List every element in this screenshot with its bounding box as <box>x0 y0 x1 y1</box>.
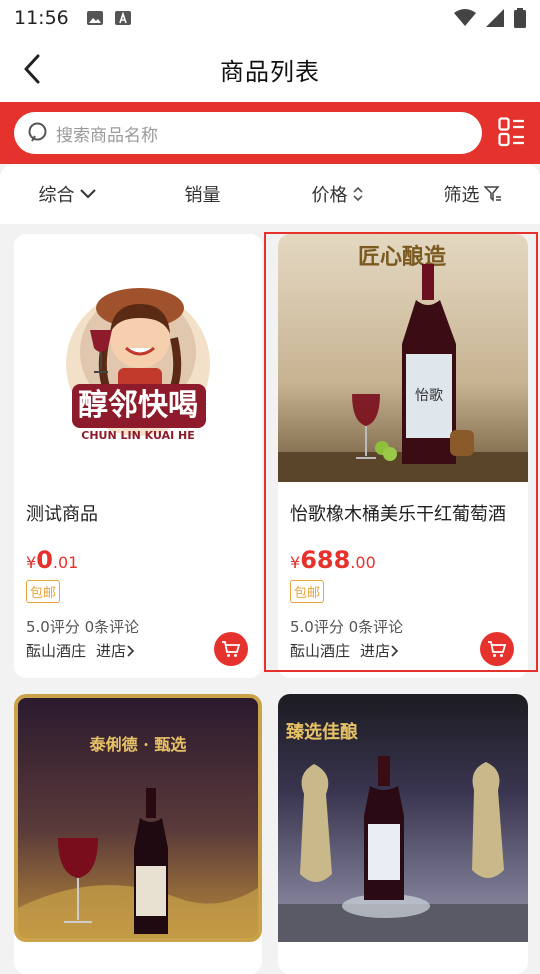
product-image[interactable]: 匠心酿造 怡歌 <box>278 234 528 482</box>
add-to-cart-button[interactable] <box>480 632 514 666</box>
layout-toggle-icon[interactable] <box>498 117 526 147</box>
banner-text: 泰俐德 · 甄选 <box>89 735 187 754</box>
rating-text: 5.0评分 0条评论 <box>290 618 404 636</box>
logo-text-cn: 醇邻快喝 <box>78 388 198 423</box>
product-card[interactable]: 醇邻快喝 CHUN LIN KUAI HE 测试商品 ¥0.01 包邮 5.0评… <box>14 234 262 678</box>
filter-bar: 综合 销量 价格 筛选 <box>0 164 540 224</box>
filter-tab-comprehensive[interactable]: 综合 <box>0 181 135 207</box>
product-price: ¥0.01 <box>26 546 78 574</box>
product-image[interactable]: 臻选佳酿 <box>278 694 528 942</box>
filter-tab-label: 销量 <box>184 185 221 206</box>
product-image[interactable]: 泰俐德 · 甄选 <box>14 694 262 942</box>
cart-icon <box>488 641 507 657</box>
product-image[interactable]: 醇邻快喝 CHUN LIN KUAI HE <box>14 234 262 482</box>
search-placeholder: 搜索商品名称 <box>56 125 158 146</box>
enter-shop-label: 进店 <box>360 642 391 660</box>
wifi-icon <box>454 9 476 26</box>
price-integer: 688 <box>300 546 351 574</box>
product-card[interactable]: 臻选佳酿 <box>278 694 528 974</box>
add-to-cart-button[interactable] <box>214 632 248 666</box>
back-icon[interactable] <box>18 52 48 86</box>
filter-tab-label: 筛选 <box>443 185 480 206</box>
product-card[interactable]: 泰俐德 · 甄选 <box>14 694 262 974</box>
chevron-right-icon <box>127 644 135 657</box>
filter-tab-sales[interactable]: 销量 <box>135 181 270 207</box>
sort-icon <box>352 186 363 202</box>
battery-icon <box>514 8 526 28</box>
filter-tab-filter[interactable]: 筛选 <box>405 181 540 207</box>
free-shipping-tag: 包邮 <box>290 580 325 603</box>
filter-tab-price[interactable]: 价格 <box>270 181 405 207</box>
cart-icon <box>222 641 241 657</box>
status-time: 11:56 <box>14 7 69 29</box>
search-input[interactable]: 搜索商品名称 <box>14 112 482 154</box>
product-card[interactable]: 匠心酿造 怡歌 怡歌橡木桶美乐干红葡萄酒 ¥688.00 包邮 5.0评分 0条… <box>278 234 528 678</box>
chevron-right-icon <box>391 644 399 657</box>
shop-name: 酝山酒庄 <box>26 642 87 660</box>
free-shipping-tag: 包邮 <box>26 580 61 603</box>
product-name: 怡歌橡木桶美乐干红葡萄酒 <box>290 504 506 525</box>
funnel-icon <box>483 186 501 202</box>
price-currency: ¥ <box>26 553 37 572</box>
enter-shop-link[interactable]: 进店 <box>360 640 400 661</box>
gallery-icon <box>86 11 103 25</box>
wine-bottle-image: 泰俐德 · 甄选 <box>18 735 258 938</box>
shop-name: 酝山酒庄 <box>290 642 351 660</box>
filter-tab-label: 价格 <box>311 185 348 206</box>
wine-bottle-image: 匠心酿造 怡歌 <box>278 244 528 482</box>
filter-tab-label: 综合 <box>38 185 75 206</box>
shop-row: 酝山酒庄 进店 <box>290 640 400 661</box>
app-header: 商品列表 <box>0 36 540 102</box>
chevron-down-icon <box>79 189 96 199</box>
product-price: ¥688.00 <box>290 546 376 574</box>
price-decimal: .00 <box>350 553 376 572</box>
rating-text: 5.0评分 0条评论 <box>26 618 140 636</box>
status-bar: 11:56 <box>0 0 540 36</box>
product-name: 测试商品 <box>26 504 98 525</box>
bottle-label-text: 怡歌 <box>415 388 443 404</box>
logo-text-en: CHUN LIN KUAI HE <box>81 429 194 442</box>
search-icon <box>28 122 47 142</box>
brand-logo: 醇邻快喝 CHUN LIN KUAI HE <box>66 288 210 442</box>
price-decimal: .01 <box>52 553 79 572</box>
search-band: 搜索商品名称 <box>0 102 540 164</box>
shop-row: 酝山酒庄 进店 <box>26 640 136 661</box>
banner-text: 臻选佳酿 <box>286 721 358 743</box>
price-integer: 0 <box>36 546 53 574</box>
enter-shop-label: 进店 <box>96 642 127 660</box>
price-currency: ¥ <box>290 553 301 572</box>
enter-shop-link[interactable]: 进店 <box>96 640 136 661</box>
wine-bottle-image: 臻选佳酿 <box>278 721 528 942</box>
page-title: 商品列表 <box>220 57 320 86</box>
text-a-icon <box>114 11 131 25</box>
signal-icon <box>486 9 504 27</box>
